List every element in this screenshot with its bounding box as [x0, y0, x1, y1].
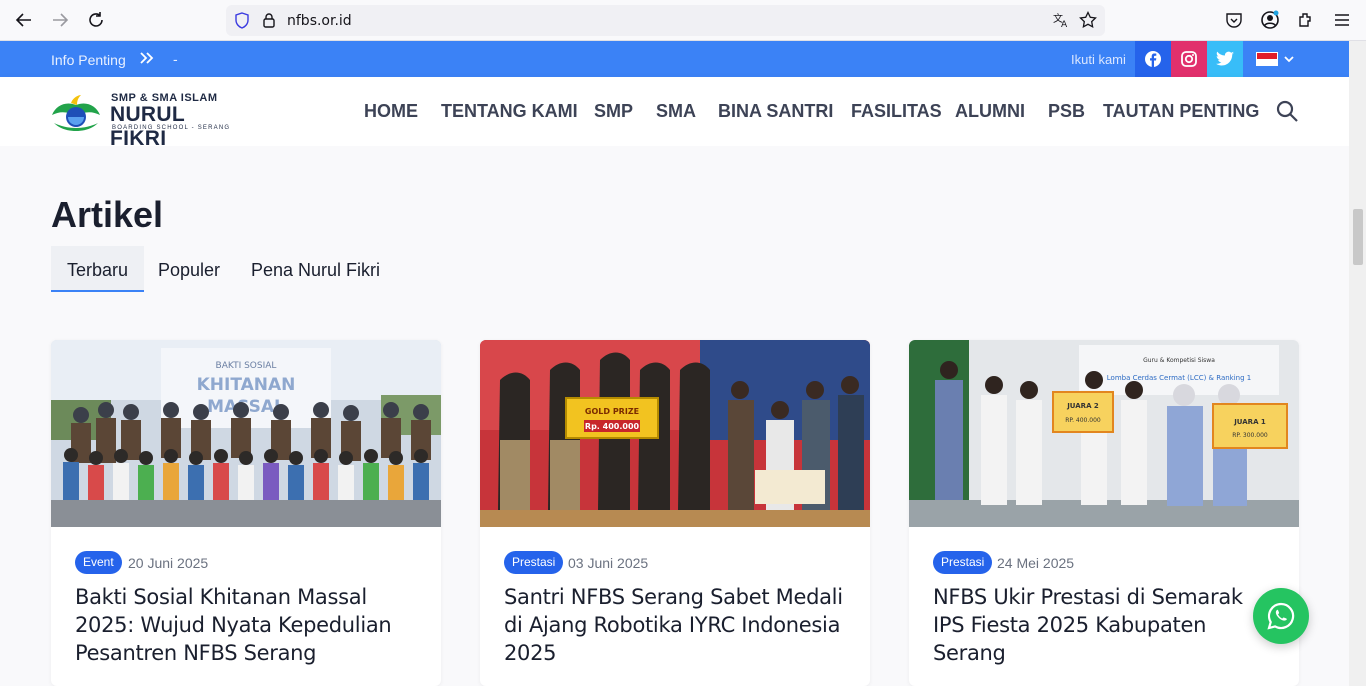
chevron-down-icon [1284, 56, 1294, 63]
nav-alumni[interactable]: ALUMNI [955, 101, 1025, 122]
svg-text:JUARA 2: JUARA 2 [1066, 402, 1099, 410]
nav-sma[interactable]: SMA [656, 101, 696, 122]
scrollbar-thumb[interactable] [1353, 209, 1363, 265]
follow-label: Ikuti kami [1071, 52, 1126, 67]
info-ticker: - [173, 51, 178, 67]
back-icon[interactable] [12, 8, 36, 32]
tab-terbaru[interactable]: Terbaru [51, 246, 145, 292]
svg-text:Lomba Cerdas Cermat (LCC) & Ra: Lomba Cerdas Cermat (LCC) & Ranking 1 [1107, 374, 1251, 382]
article-image[interactable]: GOLD PRIZE Rp. 400.000 [480, 340, 870, 527]
article-title[interactable]: Santri NFBS Serang Sabet Medali di Ajang… [504, 583, 849, 667]
logo-line-3: BOARDING SCHOOL - SERANG [112, 125, 231, 131]
lock-icon [263, 13, 275, 28]
svg-text:A: A [1061, 20, 1068, 29]
logo-emblem-icon [52, 95, 100, 131]
translate-icon[interactable]: 文A [1052, 11, 1070, 29]
browser-toolbar: nfbs.or.id 文A [0, 0, 1366, 41]
svg-text:Rp. 400.000: Rp. 400.000 [585, 422, 640, 431]
article-date: 03 Juni 2025 [568, 555, 649, 571]
article-image[interactable]: BAKTI SOSIAL KHITANAN MASSAL [51, 340, 441, 527]
pocket-icon[interactable] [1222, 8, 1246, 32]
svg-text:Guru & Kompetisi Siswa: Guru & Kompetisi Siswa [1143, 357, 1215, 364]
article-card[interactable]: Guru & Kompetisi Siswa Lomba Cerdas Cerm… [909, 340, 1299, 686]
nav-fasilitas[interactable]: FASILITAS [851, 101, 942, 122]
svg-text:RP. 400.000: RP. 400.000 [1065, 417, 1101, 424]
tab-pena-nurul-fikri[interactable]: Pena Nurul Fikri [235, 246, 396, 292]
svg-text:JUARA 1: JUARA 1 [1233, 418, 1266, 426]
star-icon[interactable] [1079, 11, 1097, 29]
nav-tentang-kami[interactable]: TENTANG KAMI [441, 101, 578, 122]
nav-smp[interactable]: SMP [594, 101, 633, 122]
extensions-icon[interactable] [1294, 8, 1318, 32]
page-scrollbar[interactable] [1349, 41, 1366, 686]
nav-home[interactable]: HOME [364, 101, 418, 122]
twitter-link[interactable] [1207, 41, 1243, 77]
category-badge[interactable]: Event [75, 551, 122, 574]
indonesia-flag-icon [1256, 52, 1278, 66]
category-badge[interactable]: Prestasi [933, 551, 993, 574]
article-title[interactable]: NFBS Ukir Prestasi di Semarak IPS Fiesta… [933, 583, 1278, 667]
section-title: Artikel [51, 194, 164, 235]
info-label: Info Penting [51, 52, 126, 68]
shield-icon [235, 12, 249, 29]
address-bar[interactable]: nfbs.or.id 文A [226, 5, 1105, 36]
whatsapp-button[interactable] [1253, 588, 1309, 644]
instagram-link[interactable] [1171, 41, 1207, 77]
site-logo[interactable]: SMP & SMA ISLAM NURUL FIKRI BOARDING SCH… [50, 91, 232, 150]
article-card[interactable]: BAKTI SOSIAL KHITANAN MASSAL [51, 340, 441, 686]
forward-icon[interactable] [48, 8, 72, 32]
whatsapp-icon [1267, 602, 1295, 630]
nav-bina-santri[interactable]: BINA SANTRI [718, 101, 833, 122]
language-selector[interactable] [1243, 41, 1307, 77]
article-card[interactable]: GOLD PRIZE Rp. 400.000 Prestasi 03 Juni … [480, 340, 870, 686]
url-text: nfbs.or.id [287, 13, 352, 29]
facebook-icon [1145, 51, 1161, 67]
facebook-link[interactable] [1135, 41, 1171, 77]
svg-text:RP. 300.000: RP. 300.000 [1232, 432, 1268, 439]
svg-text:GOLD PRIZE: GOLD PRIZE [585, 407, 639, 416]
menu-icon[interactable] [1330, 8, 1354, 32]
site-header: SMP & SMA ISLAM NURUL FIKRI BOARDING SCH… [0, 77, 1349, 150]
nav-psb[interactable]: PSB [1048, 101, 1085, 122]
account-icon[interactable] [1258, 8, 1282, 32]
tab-populer[interactable]: Populer [142, 246, 236, 292]
article-date: 24 Mei 2025 [997, 555, 1075, 571]
article-title[interactable]: Bakti Sosial Khitanan Massal 2025: Wujud… [75, 583, 420, 667]
article-image[interactable]: Guru & Kompetisi Siswa Lomba Cerdas Cerm… [909, 340, 1299, 527]
svg-text:BAKTI SOSIAL: BAKTI SOSIAL [216, 361, 277, 371]
search-icon[interactable] [1275, 99, 1299, 123]
articles-section: Artikel Terbaru Populer Pena Nurul Fikri… [0, 146, 1349, 686]
reload-icon[interactable] [84, 8, 108, 32]
nav-tautan-penting[interactable]: TAUTAN PENTING [1103, 101, 1259, 122]
instagram-icon [1181, 51, 1197, 67]
double-chevron-right-icon [140, 52, 154, 64]
category-badge[interactable]: Prestasi [504, 551, 564, 574]
article-date: 20 Juni 2025 [128, 555, 209, 571]
svg-text:KHITANAN: KHITANAN [197, 375, 296, 395]
info-bar: Info Penting - Ikuti kami [0, 41, 1349, 77]
twitter-icon [1216, 51, 1234, 66]
